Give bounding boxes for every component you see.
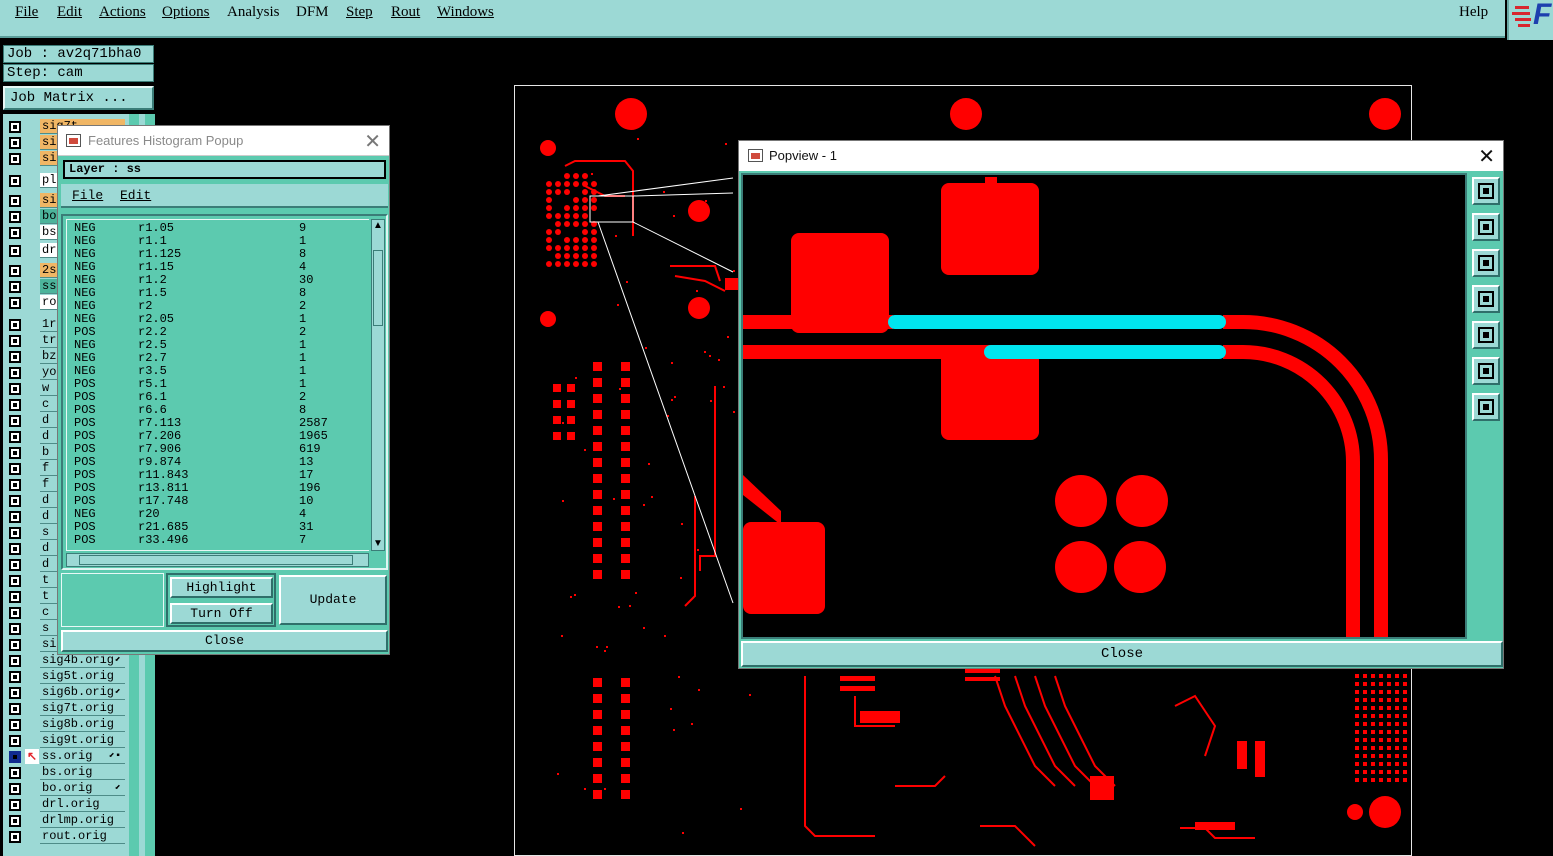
histogram-list-frame: NEG r1.05 9 NEG r1.1 1 NEG r1.125 8 NEG r1.15 4 NEG r… (61, 214, 388, 570)
zoom-window-icon-glyph (1478, 183, 1494, 199)
histogram-vertical-scrollbar[interactable]: ▲ ▼ (371, 219, 385, 551)
histogram-row[interactable]: POS r5.1 1 (67, 378, 367, 391)
histogram-row[interactable]: NEG r1.5 8 (67, 287, 367, 300)
histogram-list[interactable]: NEG r1.05 9 NEG r1.1 1 NEG r1.125 8 NEG r1.15 4 NEG r… (66, 219, 369, 551)
histogram-row[interactable]: NEG r20 4 (67, 508, 367, 521)
zoom-in-icon-glyph (1478, 219, 1494, 235)
histogram-row[interactable]: POS r2.2 2 (67, 326, 367, 339)
histogram-row[interactable]: POS r6.1 2 (67, 391, 367, 404)
window-icon (748, 149, 763, 162)
histogram-row[interactable]: POS r21.685 31 (67, 521, 367, 534)
scroll-up-icon[interactable]: ▲ (372, 220, 384, 232)
histogram-row[interactable]: POS r7.906 619 (67, 443, 367, 456)
zoom-in-icon[interactable] (1472, 213, 1500, 241)
popview-graphics (743, 175, 1465, 637)
histogram-row[interactable]: NEG r2.5 1 (67, 339, 367, 352)
histogram-row[interactable]: NEG r1.05 9 (67, 222, 367, 235)
zoom-window-icon[interactable] (1472, 177, 1500, 205)
scroll-down-icon[interactable]: ▼ (372, 538, 384, 550)
histogram-row[interactable]: NEG r1.1 1 (67, 235, 367, 248)
pan-left-icon-glyph (1478, 291, 1494, 307)
popview-title: Popview - 1 (769, 148, 837, 163)
center-icon[interactable] (1472, 393, 1500, 421)
scroll-thumb[interactable] (373, 250, 383, 326)
pan-right-icon-glyph (1478, 327, 1494, 343)
turn-off-button[interactable]: Turn Off (170, 603, 273, 624)
symbol-cell: r33.496 (138, 534, 188, 547)
histogram-row[interactable]: NEG r3.5 1 (67, 365, 367, 378)
histogram-row[interactable]: NEG r1.125 8 (67, 248, 367, 261)
popview-titlebar[interactable]: Popview - 1 ✕ (739, 141, 1503, 171)
pan-right-icon[interactable] (1472, 321, 1500, 349)
fit-screen-icon-glyph (1478, 363, 1494, 379)
histogram-close-button[interactable]: Close (61, 630, 388, 652)
close-icon[interactable]: ✕ (1478, 144, 1495, 169)
histogram-titlebar[interactable]: Features Histogram Popup ✕ (58, 126, 389, 156)
histogram-row[interactable]: NEG r1.2 30 (67, 274, 367, 287)
fit-screen-icon[interactable] (1472, 357, 1500, 385)
histogram-row[interactable]: POS r33.496 7 (67, 534, 367, 547)
histogram-row[interactable]: POS r13.811 196 (67, 482, 367, 495)
histogram-row[interactable]: NEG r2.7 1 (67, 352, 367, 365)
count-cell: 7 (299, 534, 306, 547)
hscroll-thumb[interactable] (79, 555, 353, 565)
histogram-row[interactable]: NEG r2 2 (67, 300, 367, 313)
histogram-row[interactable]: NEG r1.15 4 (67, 261, 367, 274)
histogram-menu-bar: File Edit (61, 184, 388, 208)
histogram-layer-field[interactable]: Layer : ss (63, 160, 386, 179)
close-icon[interactable]: ✕ (364, 129, 381, 154)
histogram-row[interactable]: POS r11.843 17 (67, 469, 367, 482)
center-icon-glyph (1478, 399, 1494, 415)
window-icon (66, 134, 81, 147)
histogram-toggle-group: Highlight Turn Off (166, 573, 276, 627)
popview-window: Popview - 1 ✕ Close (738, 140, 1504, 669)
histogram-row[interactable]: POS r17.748 10 (67, 495, 367, 508)
histogram-menu-file[interactable]: File (72, 188, 103, 203)
histogram-title: Features Histogram Popup (88, 133, 243, 148)
histogram-row[interactable]: POS r9.874 13 (67, 456, 367, 469)
features-histogram-popup: Features Histogram Popup ✕ Layer : ss Fi… (57, 125, 390, 655)
histogram-horizontal-scrollbar[interactable] (66, 553, 369, 567)
popview-toolbar (1469, 173, 1503, 639)
pan-left-icon[interactable] (1472, 285, 1500, 313)
histogram-row[interactable]: POS r7.206 1965 (67, 430, 367, 443)
histogram-menu-edit[interactable]: Edit (120, 188, 151, 203)
update-button[interactable]: Update (279, 575, 387, 625)
histogram-button-spacer (61, 573, 164, 627)
zoom-out-icon[interactable] (1472, 249, 1500, 277)
highlight-button[interactable]: Highlight (170, 577, 273, 598)
zoom-out-icon-glyph (1478, 255, 1494, 271)
histogram-row[interactable]: NEG r2.05 1 (67, 313, 367, 326)
popview-canvas[interactable] (741, 173, 1467, 639)
polarity-cell: POS (74, 534, 96, 547)
popview-close-button[interactable]: Close (741, 641, 1503, 667)
